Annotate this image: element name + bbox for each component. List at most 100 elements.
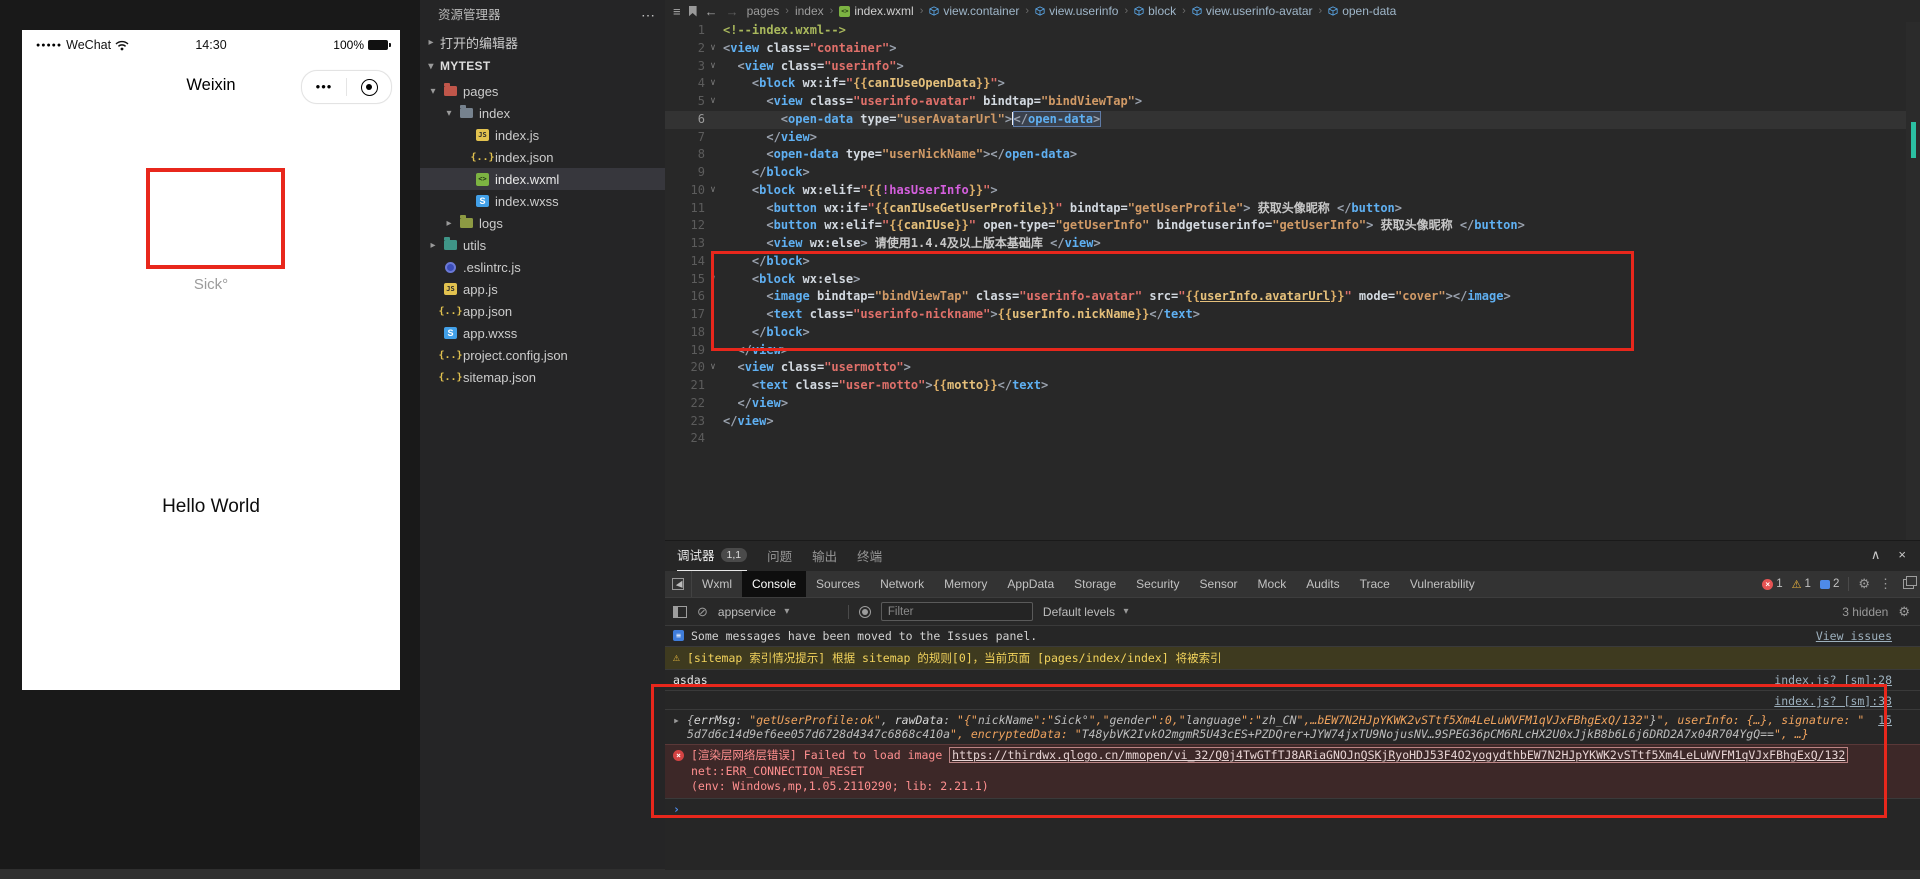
code-line-7[interactable]: 7 </view>	[665, 129, 1906, 147]
file-tree-item-logs[interactable]: ▸ logs	[420, 212, 665, 234]
code-line-22[interactable]: 22 </view>	[665, 395, 1906, 413]
file-tree-item-index.js[interactable]: JS index.js	[420, 124, 665, 146]
code-line-5[interactable]: 5 ∨ <view class="userinfo-avatar" bindtap…	[665, 93, 1906, 111]
code-line-15[interactable]: 15 ∨ <block wx:else>	[665, 271, 1906, 289]
source-link[interactable]: 15	[1878, 713, 1892, 727]
breadcrumb-item-view.userinfo-avatar[interactable]: view.userinfo-avatar	[1192, 4, 1313, 18]
devtools-tab-vulnerability[interactable]: Vulnerability	[1400, 571, 1485, 597]
devtools-settings-icon[interactable]: ⚙	[1858, 576, 1870, 592]
inspect-element-icon[interactable]	[665, 571, 692, 597]
panel-tab-终端[interactable]: 终端	[857, 546, 882, 571]
error-counter[interactable]: × 1	[1762, 578, 1783, 590]
explorer-section-open-editors[interactable]: ▸ 打开的编辑器	[420, 30, 665, 54]
code-line-1[interactable]: 1 <!--index.wxml-->	[665, 22, 1906, 40]
menu-icon[interactable]: ≡	[673, 4, 681, 19]
file-tree-item-app.js[interactable]: JS app.js	[420, 278, 665, 300]
code-line-24[interactable]: 24	[665, 430, 1906, 448]
devtools-tab-sources[interactable]: Sources	[806, 571, 870, 597]
breadcrumb-item-view.userinfo[interactable]: view.userinfo	[1035, 4, 1118, 18]
capsule-button[interactable]: •••	[301, 70, 392, 104]
breadcrumb-item-pages[interactable]: pages	[747, 4, 780, 18]
devtools-tab-security[interactable]: Security	[1126, 571, 1189, 597]
clear-console-icon[interactable]: ⊘	[697, 604, 708, 620]
file-tree-item-app.json[interactable]: {..} app.json	[420, 300, 665, 322]
fold-icon[interactable]: ∨	[705, 271, 721, 289]
file-tree-item-index.json[interactable]: {..} index.json	[420, 146, 665, 168]
editor-scrollbar[interactable]	[1906, 22, 1920, 540]
code-line-12[interactable]: 12 <button wx:elif="{{canIUse}}" open-ty…	[665, 217, 1906, 235]
more-icon[interactable]: •••	[302, 72, 346, 102]
object-preview[interactable]: {errMsg: "getUserProfile:ok", rawData: "…	[687, 713, 1864, 741]
code-line-20[interactable]: 20 ∨ <view class="usermotto">	[665, 359, 1906, 377]
file-tree-item-.eslintrc.js[interactable]: .eslintrc.js	[420, 256, 665, 278]
source-link[interactable]: index.js? [sm]:28	[1774, 673, 1892, 687]
console-sidebar-icon[interactable]	[673, 605, 687, 618]
code-line-6[interactable]: 6 <open-data type="userAvatarUrl"> </open…	[665, 110, 1906, 129]
file-tree-item-index.wxss[interactable]: Sindex.wxss	[420, 190, 665, 212]
code-line-10[interactable]: 10 ∨ <block wx:elif="{{!hasUserInfo}}">	[665, 182, 1906, 200]
prompt-chevron-icon[interactable]: ›	[673, 802, 680, 816]
forward-icon[interactable]: →	[726, 4, 739, 19]
explorer-more-icon[interactable]: ⋯	[641, 0, 655, 30]
fold-icon[interactable]: ∨	[705, 75, 721, 93]
code-line-9[interactable]: 9 </block>	[665, 164, 1906, 182]
code-line-18[interactable]: 18 </block>	[665, 324, 1906, 342]
fold-icon[interactable]: ∨	[705, 93, 721, 111]
file-tree-item-utils[interactable]: ▸ utils	[420, 234, 665, 256]
file-tree-item-index.wxml[interactable]: <> index.wxml	[420, 168, 665, 190]
file-tree-item-project.config.json[interactable]: {..} project.config.json	[420, 344, 665, 366]
collapse-panel-icon[interactable]: ∧	[1871, 547, 1881, 563]
fold-icon[interactable]: ∨	[705, 182, 721, 200]
devtools-tab-console[interactable]: Console	[742, 571, 807, 597]
code-line-11[interactable]: 11 <button wx:if="{{canIUseGetUserProfil…	[665, 200, 1906, 218]
code-line-3[interactable]: 3 ∨ <view class="userinfo">	[665, 58, 1906, 76]
devtools-tab-mock[interactable]: Mock	[1248, 571, 1297, 597]
devtools-tab-memory[interactable]: Memory	[934, 571, 997, 597]
view-issues-link[interactable]: View issues	[1816, 629, 1892, 643]
fold-icon[interactable]: ∨	[705, 40, 721, 58]
devtools-tab-sensor[interactable]: Sensor	[1190, 571, 1248, 597]
filter-settings-icon[interactable]: ⚙	[1898, 604, 1910, 620]
fold-icon[interactable]: ∨	[705, 58, 721, 76]
breadcrumb-item-view.container[interactable]: view.container	[929, 4, 1019, 18]
hidden-count-label[interactable]: 3 hidden	[1842, 605, 1888, 619]
file-tree-item-pages[interactable]: ▾ pages	[420, 80, 665, 102]
code-area[interactable]: 1 <!--index.wxml--> 2 ∨ <view class="contain…	[665, 22, 1906, 540]
file-tree-item-app.wxss[interactable]: Sapp.wxss	[420, 322, 665, 344]
code-line-17[interactable]: 17 <text class="userinfo-nickname">{{use…	[665, 306, 1906, 324]
file-tree-item-sitemap.json[interactable]: {..} sitemap.json	[420, 366, 665, 388]
back-icon[interactable]: ←	[705, 4, 718, 19]
failed-image-url-link[interactable]: https://thirdwx.qlogo.cn/mmopen/vi_32/Q0…	[949, 747, 1849, 763]
close-panel-icon[interactable]: ×	[1898, 547, 1906, 563]
breadcrumb-item-block[interactable]: block	[1134, 4, 1176, 18]
expand-arrow-icon[interactable]: ▸	[673, 713, 680, 727]
panel-tab-调试器[interactable]: 调试器 1,1	[677, 545, 748, 571]
code-line-19[interactable]: 19 </view>	[665, 342, 1906, 360]
fold-icon[interactable]: ∨	[705, 359, 721, 377]
context-selector[interactable]: appservice ▾	[718, 605, 838, 619]
breadcrumb-item-index[interactable]: index	[795, 4, 824, 18]
panel-tab-输出[interactable]: 输出	[812, 546, 837, 571]
code-line-23[interactable]: 23 </view>	[665, 413, 1906, 431]
code-line-2[interactable]: 2 ∨ <view class="container">	[665, 40, 1906, 58]
devtools-tab-trace[interactable]: Trace	[1350, 571, 1400, 597]
devtools-tab-wxml[interactable]: Wxml	[692, 571, 742, 597]
panel-tab-问题[interactable]: 问题	[767, 546, 792, 571]
file-tree-item-index[interactable]: ▾ index	[420, 102, 665, 124]
code-line-8[interactable]: 8 <open-data type="userNickName"></open-…	[665, 146, 1906, 164]
breadcrumb-item-index.wxml[interactable]: <> index.wxml	[839, 4, 914, 18]
filter-input[interactable]	[880, 602, 1033, 621]
code-line-16[interactable]: 16 <image bindtap="bindViewTap" class="u…	[665, 288, 1906, 306]
bookmark-icon[interactable]	[688, 5, 697, 17]
breadcrumb-item-open-data[interactable]: open-data	[1328, 4, 1396, 18]
warning-counter[interactable]: ⚠ 1	[1792, 578, 1811, 591]
log-levels-selector[interactable]: Default levels ▾	[1043, 605, 1131, 619]
devtools-tab-network[interactable]: Network	[870, 571, 934, 597]
code-line-4[interactable]: 4 ∨ <block wx:if="{{canIUseOpenData}}">	[665, 75, 1906, 93]
devtools-tab-storage[interactable]: Storage	[1064, 571, 1126, 597]
code-line-14[interactable]: 14 </block>	[665, 253, 1906, 271]
user-nickname-label[interactable]: Sick°	[22, 276, 400, 293]
code-line-13[interactable]: 13 <view wx:else> 请使用1.4.4及以上版本基础库 </vie…	[665, 235, 1906, 253]
home-icon[interactable]	[347, 78, 391, 96]
code-line-21[interactable]: 21 <text class="user-motto">{{motto}}</t…	[665, 377, 1906, 395]
